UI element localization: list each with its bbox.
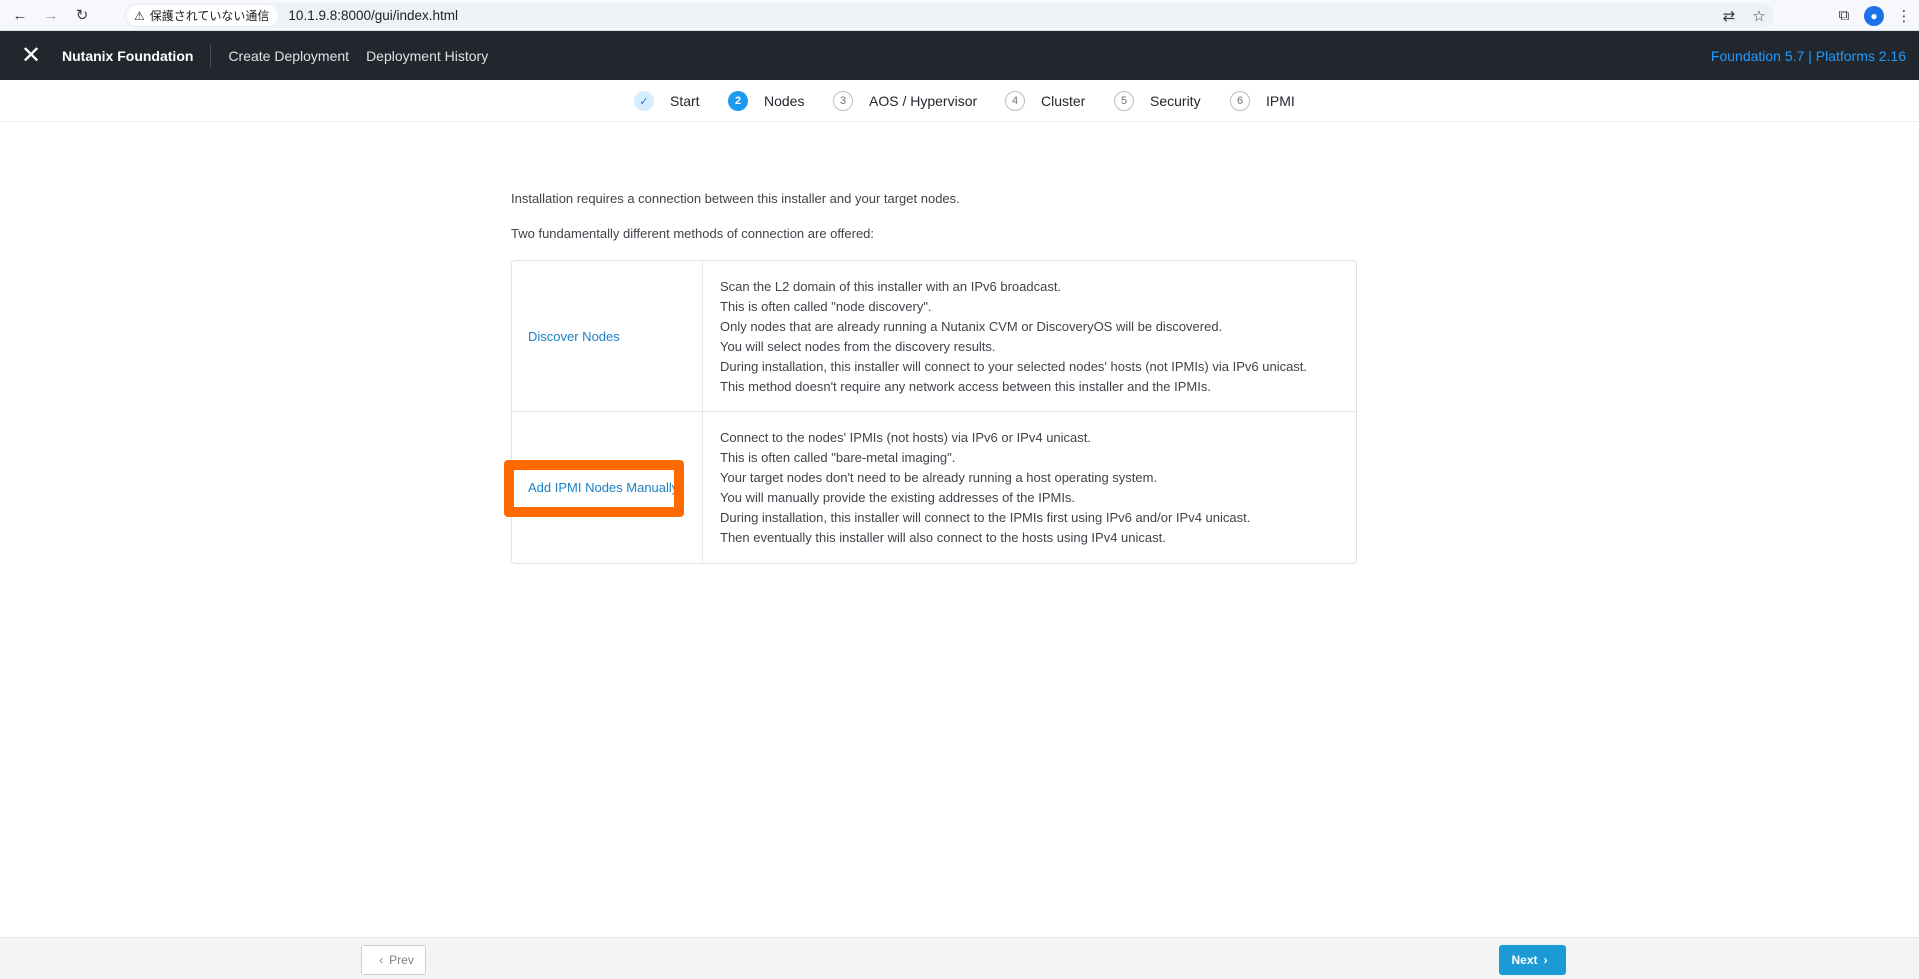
address-bar[interactable]: ⚠ 保護されていない通信 10.1.9.8:8000/gui/index.htm… <box>124 3 1774 28</box>
step-number: 4 <box>1005 91 1025 111</box>
method-row-ipmi-manual: Add IPMI Nodes Manually Connect to the n… <box>504 412 1356 563</box>
step-label: Start <box>670 93 700 109</box>
highlight-annotation <box>504 460 684 517</box>
step-security[interactable]: 5 Security <box>1114 80 1201 122</box>
intro-text-1: Installation requires a connection betwe… <box>511 191 960 206</box>
prev-label: Prev <box>389 953 414 967</box>
intro-text-2: Two fundamentally different methods of c… <box>511 226 875 241</box>
description-line: Then eventually this installer will also… <box>720 530 1166 545</box>
method-description: Connect to the nodes' IPMIs (not hosts) … <box>720 428 1250 548</box>
wizard-footer: ‹ Prev Next › <box>0 937 1919 979</box>
back-icon[interactable]: ← <box>9 4 31 26</box>
browser-toolbar: ← → ↻ ⚠ 保護されていない通信 10.1.9.8:8000/gui/ind… <box>0 0 1919 31</box>
extensions-icon[interactable]: ⧉ <box>1829 7 1859 24</box>
step-start[interactable]: ✓ Start <box>634 80 700 122</box>
step-number: 2 <box>728 91 748 111</box>
nav-create-deployment[interactable]: Create Deployment <box>228 48 349 64</box>
step-label: Nodes <box>764 93 805 109</box>
security-chip[interactable]: ⚠ 保護されていない通信 <box>127 5 279 26</box>
description-line: Your target nodes don't need to be alrea… <box>720 470 1158 485</box>
next-button[interactable]: Next › <box>1499 945 1566 975</box>
wizard-steps: ✓ Start 2 Nodes 3 AOS / Hypervisor 4 Clu… <box>0 80 1919 122</box>
step-cluster[interactable]: 4 Cluster <box>1005 80 1085 122</box>
step-label: Security <box>1150 93 1201 109</box>
security-label: 保護されていない通信 <box>149 9 270 23</box>
step-number: 6 <box>1230 91 1250 111</box>
brand-title[interactable]: Nutanix Foundation <box>62 44 212 67</box>
step-number: 5 <box>1114 91 1134 111</box>
prev-button[interactable]: ‹ Prev <box>361 945 426 975</box>
chevron-left-icon: ‹ <box>379 953 384 967</box>
description-line: You will select nodes from the discovery… <box>720 339 996 354</box>
description-line: This method doesn't require any network … <box>720 379 1211 394</box>
step-label: IPMI <box>1266 93 1295 109</box>
app-header: ✕ Nutanix Foundation Create Deployment D… <box>0 31 1919 80</box>
step-number: 3 <box>833 91 853 111</box>
description-line: Scan the L2 domain of this installer wit… <box>720 279 1062 294</box>
description-line: During installation, this installer will… <box>720 510 1251 525</box>
chevron-right-icon: › <box>1543 953 1548 967</box>
description-line: This is often called "bare-metal imaging… <box>720 450 956 465</box>
discover-nodes-link[interactable]: Discover Nodes <box>528 329 620 344</box>
description-line: Only nodes that are already running a Nu… <box>720 319 1223 334</box>
reload-icon[interactable]: ↻ <box>71 4 93 26</box>
translate-icon[interactable]: ⇄ <box>1714 7 1744 25</box>
connection-methods-table: Discover Nodes Scan the L2 domain of thi… <box>504 260 1357 564</box>
method-row-discover: Discover Nodes Scan the L2 domain of thi… <box>512 261 1356 412</box>
nav-deployment-history[interactable]: Deployment History <box>366 48 488 64</box>
method-link-cell: Discover Nodes <box>512 261 703 411</box>
step-label: AOS / Hypervisor <box>869 93 978 109</box>
step-nodes[interactable]: 2 Nodes <box>728 80 804 122</box>
menu-kebab-icon[interactable]: ⋮ <box>1889 7 1919 25</box>
next-label: Next <box>1511 953 1538 967</box>
bookmark-star-icon[interactable]: ☆ <box>1744 7 1774 25</box>
description-line: This is often called "node discovery". <box>720 299 932 314</box>
step-aos-hypervisor[interactable]: 3 AOS / Hypervisor <box>833 80 977 122</box>
version-info: Foundation 5.7 | Platforms 2.16 <box>1710 47 1906 64</box>
step-check-icon: ✓ <box>634 91 654 111</box>
url-text[interactable]: 10.1.9.8:8000/gui/index.html <box>288 8 458 23</box>
profile-icon[interactable]: ● <box>1859 5 1889 26</box>
description-line: You will manually provide the existing a… <box>720 490 1076 505</box>
step-label: Cluster <box>1041 93 1086 109</box>
step-ipmi[interactable]: 6 IPMI <box>1230 80 1295 122</box>
description-line: During installation, this installer will… <box>720 359 1308 374</box>
forward-icon[interactable]: → <box>40 4 62 26</box>
method-description: Scan the L2 domain of this installer wit… <box>720 277 1307 397</box>
warning-icon: ⚠ <box>134 8 145 23</box>
nutanix-logo-icon[interactable]: ✕ <box>0 41 62 70</box>
description-line: Connect to the nodes' IPMIs (not hosts) … <box>720 430 1091 445</box>
